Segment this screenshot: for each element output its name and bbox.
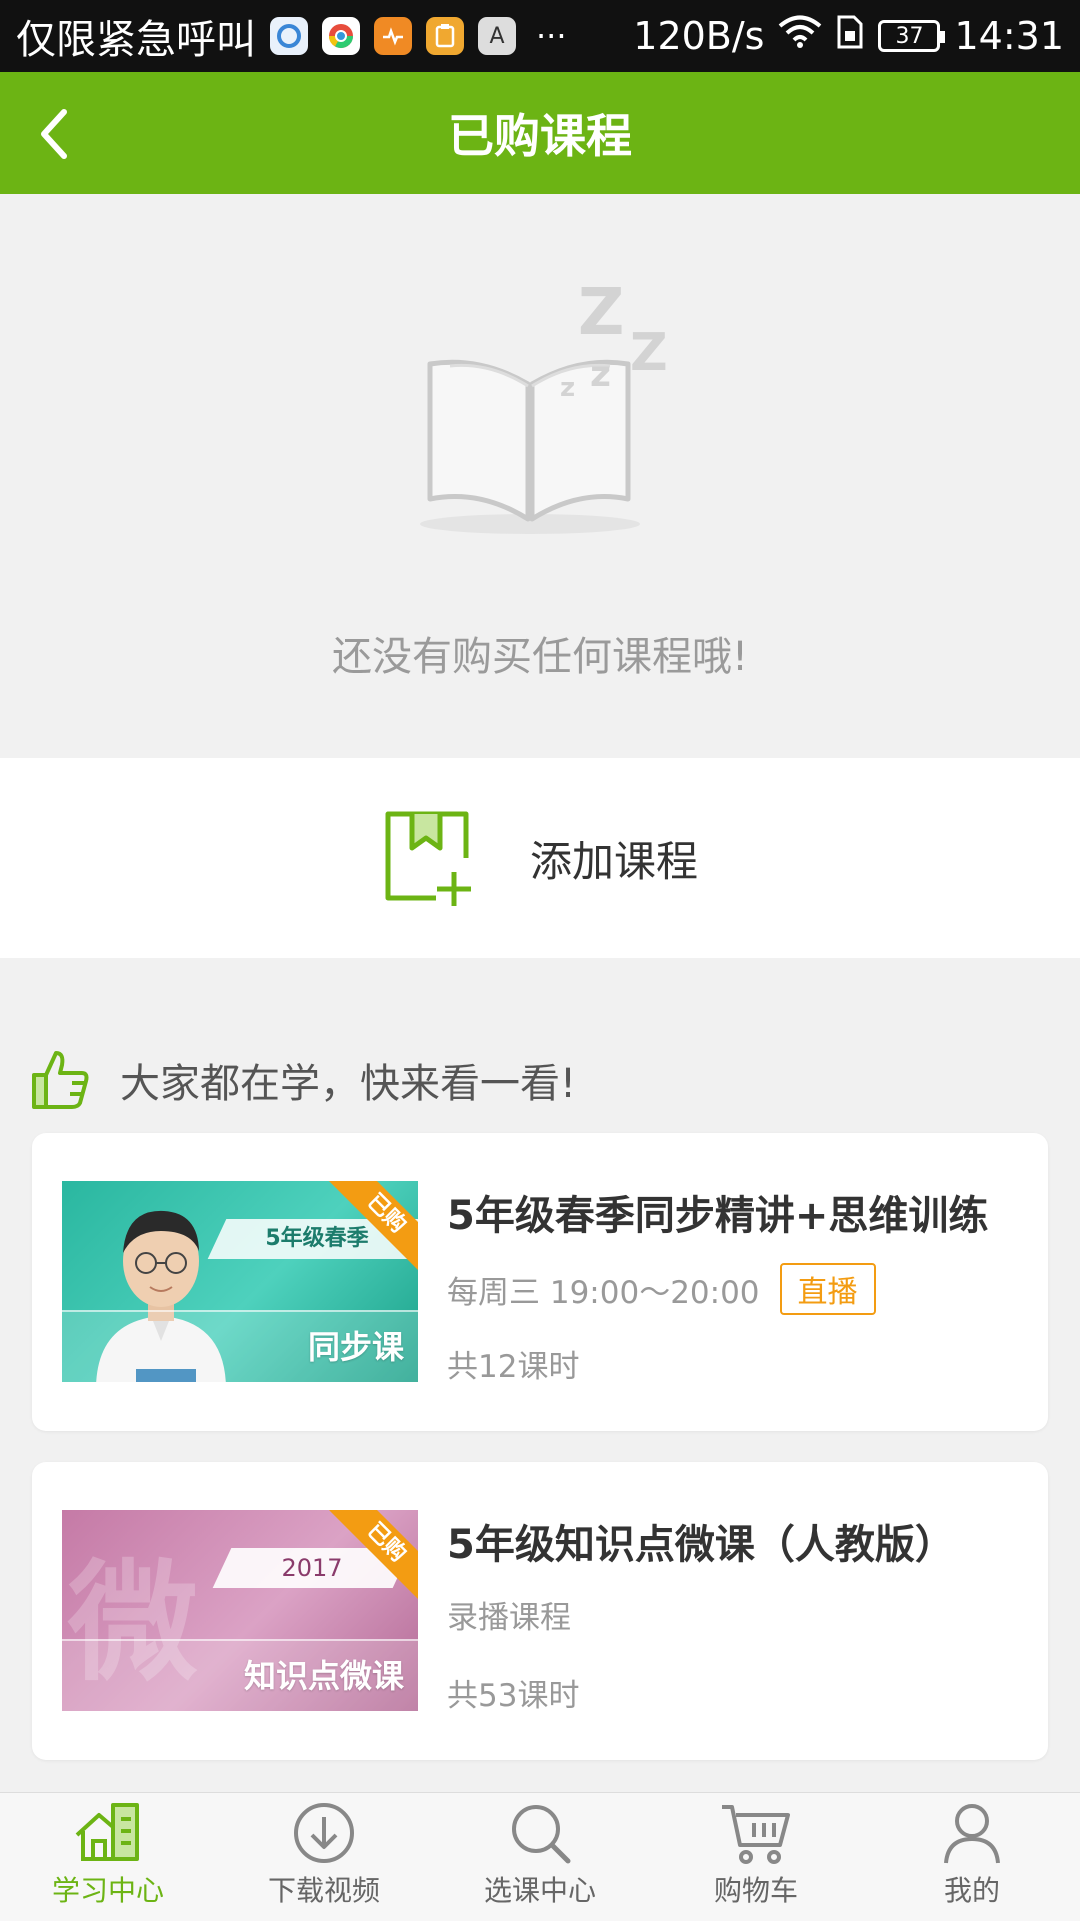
user-icon: [944, 1804, 1000, 1864]
recommend-header: 大家都在学，快来看一看!: [30, 1040, 576, 1120]
nav-bar: 已购课程: [0, 72, 1080, 194]
battery-level: 37: [895, 23, 924, 49]
course-meta: 录播课程: [447, 1592, 571, 1637]
download-icon: [294, 1803, 354, 1863]
empty-state: Z Z z z 还没有购买任何课程哦!: [0, 194, 1080, 758]
course-meta: 每周三 19:00～20:00 直播: [447, 1263, 876, 1315]
course-card[interactable]: 5年级春季 同步课 已购 5年级春季同步精讲+思维训练 每周三 19:00～20…: [32, 1133, 1048, 1431]
course-type-label: 知识点微课: [243, 1657, 404, 1695]
cart-icon: [722, 1805, 790, 1864]
course-card[interactable]: 微 2017 知识点微课 已购 5年级知识点微课（人教版） 录播课程 共53课时: [32, 1462, 1048, 1760]
tab-label: 下载视频: [267, 1874, 380, 1907]
status-bar: 仅限紧急呼叫 A ··· 120B/s 37 14:31: [0, 0, 1080, 72]
course-lessons: 共53课时: [447, 1678, 580, 1714]
search-icon: [512, 1805, 571, 1864]
tab-download-video[interactable]: 下载视频: [216, 1793, 432, 1921]
tab-shopping-cart[interactable]: 购物车: [648, 1793, 864, 1921]
svg-text:Z: Z: [578, 276, 624, 350]
tab-label: 购物车: [713, 1874, 798, 1907]
course-lessons: 共12课时: [447, 1349, 580, 1385]
back-button[interactable]: [20, 96, 96, 172]
tab-label: 选课中心: [483, 1874, 596, 1907]
empty-message: 还没有购买任何课程哦!: [331, 634, 749, 680]
more-notifications: ···: [536, 17, 567, 55]
course-thumbnail: 微 2017 知识点微课 已购: [62, 1510, 418, 1711]
health-icon: [374, 17, 412, 55]
course-title: 5年级知识点微课（人教版）: [447, 1522, 955, 1568]
page-title: 已购课程: [448, 109, 632, 163]
svg-text:Z: Z: [630, 323, 668, 383]
thumbs-up-icon: [32, 1051, 89, 1109]
course-thumbnail: 5年级春季 同步课 已购: [62, 1181, 418, 1382]
carrier-text: 仅限紧急呼叫: [16, 17, 256, 63]
font-icon: A: [478, 17, 516, 55]
svg-text:z: z: [560, 373, 575, 403]
back-arrow-icon: [41, 109, 67, 159]
sim-icon: [836, 14, 864, 59]
browser-icon: [270, 17, 308, 55]
clock: 14:31: [954, 14, 1064, 58]
bottom-tab-bar: 学习中心 下载视频 选课中心 购物车 我的: [0, 1792, 1080, 1921]
home-icon: [75, 1803, 139, 1861]
font-icon-letter: A: [489, 23, 505, 49]
add-book-icon: [385, 811, 471, 906]
wifi-icon: [778, 14, 822, 58]
svg-text:z: z: [590, 354, 611, 395]
sleeping-book-icon: Z Z z z: [420, 276, 668, 534]
network-speed: 120B/s: [633, 14, 765, 58]
live-badge: 直播: [779, 1263, 876, 1315]
tab-course-selection[interactable]: 选课中心: [432, 1793, 648, 1921]
add-course-label: 添加课程: [529, 836, 698, 886]
chrome-icon: [322, 17, 360, 55]
course-schedule: 录播课程: [447, 1600, 571, 1636]
course-type-label: 同步课: [307, 1328, 404, 1366]
tab-label: 我的: [943, 1874, 1000, 1907]
tab-label: 学习中心: [51, 1874, 164, 1907]
battery-icon: 37: [878, 20, 946, 52]
course-schedule: 每周三 19:00～20:00: [447, 1274, 760, 1311]
add-course-button[interactable]: 添加课程: [0, 758, 1080, 958]
course-title: 5年级春季同步精讲+思维训练: [447, 1193, 989, 1239]
tab-learning-center[interactable]: 学习中心: [0, 1793, 216, 1921]
recommend-title: 大家都在学，快来看一看!: [120, 1061, 577, 1107]
tab-profile[interactable]: 我的: [864, 1793, 1080, 1921]
clipboard-icon: [426, 17, 464, 55]
